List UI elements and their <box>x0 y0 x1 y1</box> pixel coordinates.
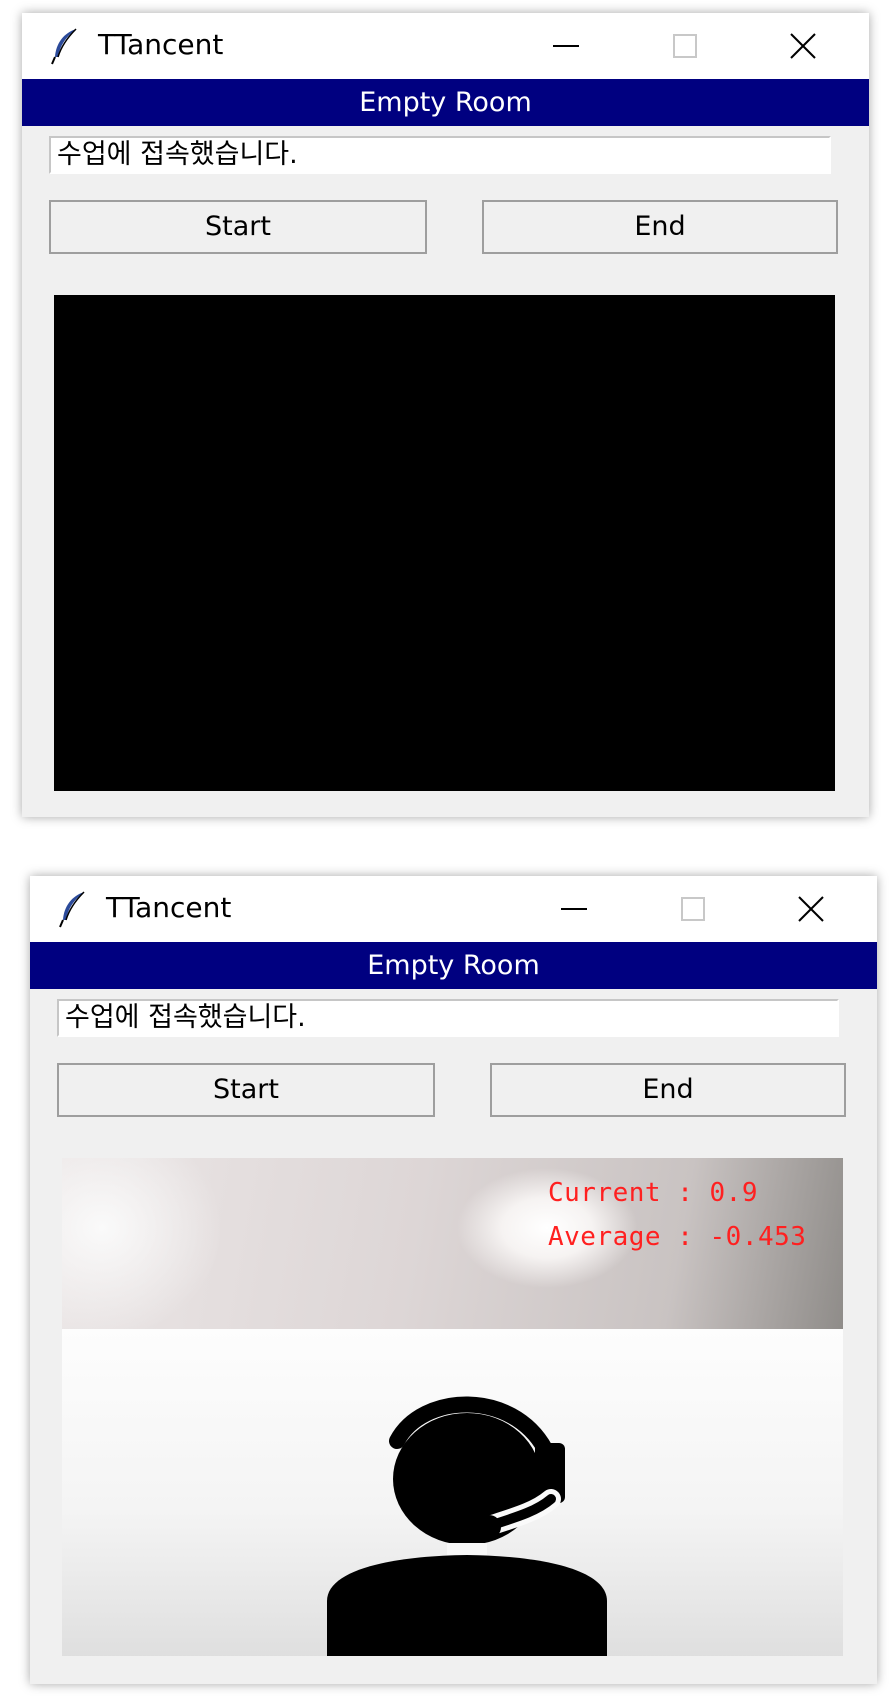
maximize-button[interactable] <box>643 876 743 942</box>
end-button[interactable]: End <box>482 200 838 254</box>
maximize-icon <box>681 897 705 921</box>
minimize-button[interactable] <box>516 13 616 79</box>
start-button[interactable]: Start <box>49 200 427 254</box>
current-score-text: Current : 0.9 <box>548 1178 758 1208</box>
minimize-button[interactable] <box>524 876 624 942</box>
close-button[interactable] <box>753 13 853 79</box>
app-window-2: TTancent Empty Room 수업에 접속했습니다. Start En… <box>30 876 877 1684</box>
room-header: Empty Room <box>22 79 869 126</box>
end-button[interactable]: End <box>490 1063 846 1117</box>
close-icon <box>798 896 824 922</box>
headset-person-icon <box>327 1396 607 1656</box>
app-window-1: TTancent Empty Room 수업에 접속했습니다. Start En… <box>22 13 869 817</box>
maximize-icon <box>673 34 697 58</box>
window-title: TTancent <box>106 891 232 924</box>
room-header: Empty Room <box>30 942 877 989</box>
status-field[interactable]: 수업에 접속했습니다. <box>49 136 831 174</box>
maximize-button[interactable] <box>635 13 735 79</box>
status-field[interactable]: 수업에 접속했습니다. <box>57 999 839 1037</box>
placeholder-card <box>62 1329 843 1656</box>
title-bar[interactable]: TTancent <box>30 876 877 942</box>
average-score-text: Average : -0.453 <box>548 1222 807 1252</box>
feather-icon <box>58 890 88 928</box>
window-title: TTancent <box>98 28 224 61</box>
title-bar[interactable]: TTancent <box>22 13 869 79</box>
close-button[interactable] <box>761 876 861 942</box>
start-button[interactable]: Start <box>57 1063 435 1117</box>
minimize-icon <box>553 45 579 47</box>
close-icon <box>790 33 816 59</box>
camera-feed: Current : 0.9 Average : -0.453 <box>62 1158 843 1656</box>
video-panel <box>54 295 835 791</box>
minimize-icon <box>561 908 587 910</box>
video-panel: Current : 0.9 Average : -0.453 <box>62 1158 843 1656</box>
feather-icon <box>50 27 80 65</box>
